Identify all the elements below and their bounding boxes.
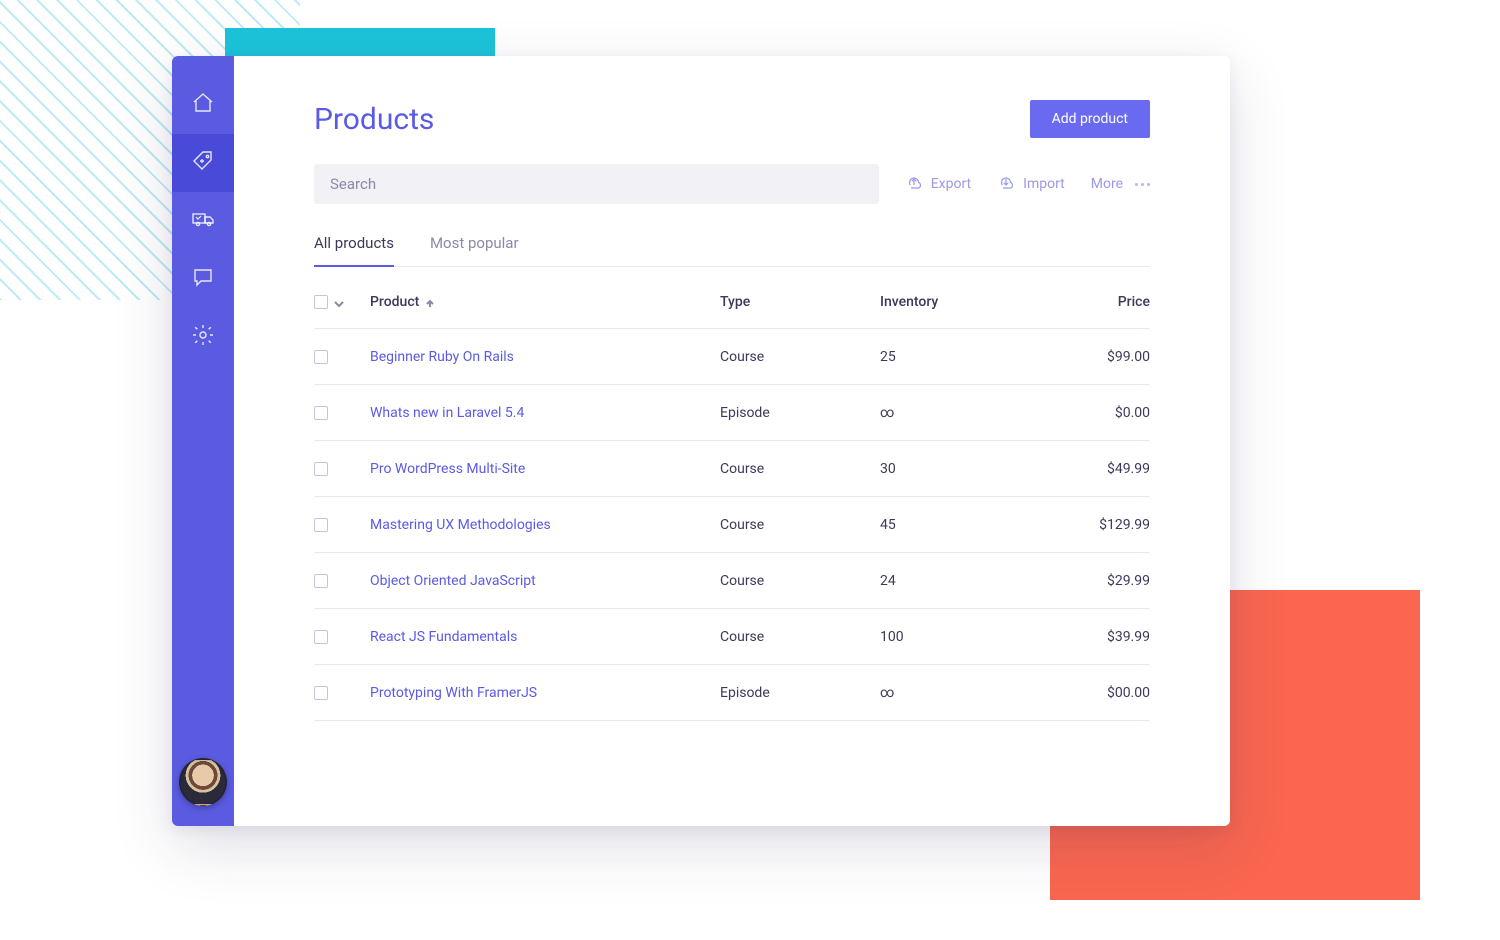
tabs: All products Most popular <box>314 234 1150 267</box>
product-price: $39.99 <box>1030 629 1150 645</box>
product-name-link[interactable]: Prototyping With FramerJS <box>370 685 720 701</box>
product-type: Course <box>720 573 880 589</box>
row-checkbox[interactable] <box>314 630 328 644</box>
more-dots-icon <box>1135 183 1150 186</box>
row-checkbox[interactable] <box>314 518 328 532</box>
product-type: Course <box>720 517 880 533</box>
table-row: Mastering UX MethodologiesCourse45$129.9… <box>314 497 1150 553</box>
more-button[interactable]: More <box>1091 176 1150 192</box>
product-price: $99.00 <box>1030 349 1150 365</box>
product-inventory: 45 <box>880 517 1030 533</box>
table-row: Whats new in Laravel 5.4Episode∞$0.00 <box>314 385 1150 441</box>
product-price: $0.00 <box>1030 405 1150 421</box>
sidebar-item-products[interactable] <box>172 134 234 192</box>
table-row: Prototyping With FramerJSEpisode∞$00.00 <box>314 665 1150 721</box>
sort-asc-icon <box>425 297 435 307</box>
product-type: Episode <box>720 405 880 421</box>
sidebar <box>172 56 234 826</box>
product-inventory: 100 <box>880 629 1030 645</box>
add-product-button[interactable]: Add product <box>1030 100 1150 138</box>
avatar[interactable] <box>179 758 227 806</box>
product-price: $129.99 <box>1030 517 1150 533</box>
row-checkbox[interactable] <box>314 574 328 588</box>
product-inventory: 30 <box>880 461 1030 477</box>
chat-icon <box>191 265 215 293</box>
table-row: Object Oriented JavaScriptCourse24$29.99 <box>314 553 1150 609</box>
product-inventory: ∞ <box>880 685 1030 701</box>
column-header-price[interactable]: Price <box>1030 294 1150 310</box>
export-button[interactable]: Export <box>905 173 971 195</box>
tab-all-products[interactable]: All products <box>314 234 394 266</box>
truck-icon <box>191 207 215 235</box>
row-checkbox[interactable] <box>314 462 328 476</box>
table-row: Pro WordPress Multi-SiteCourse30$49.99 <box>314 441 1150 497</box>
tab-most-popular[interactable]: Most popular <box>430 234 519 266</box>
product-price: $29.99 <box>1030 573 1150 589</box>
app-window: Products Add product Export Import More <box>172 56 1230 826</box>
row-checkbox[interactable] <box>314 406 328 420</box>
product-name-link[interactable]: Mastering UX Methodologies <box>370 517 720 533</box>
product-type: Course <box>720 629 880 645</box>
product-name-link[interactable]: React JS Fundamentals <box>370 629 720 645</box>
product-name-link[interactable]: Object Oriented JavaScript <box>370 573 720 589</box>
tag-icon <box>191 149 215 177</box>
home-icon <box>191 91 215 119</box>
sidebar-item-settings[interactable] <box>172 308 234 366</box>
sidebar-item-shipping[interactable] <box>172 192 234 250</box>
product-inventory: 24 <box>880 573 1030 589</box>
table-row: React JS FundamentalsCourse100$39.99 <box>314 609 1150 665</box>
table-header: Product Type Inventory Price <box>314 275 1150 329</box>
chevron-down-icon[interactable] <box>334 297 344 307</box>
product-type: Episode <box>720 685 880 701</box>
products-table: Product Type Inventory Price Beginner Ru… <box>314 275 1150 721</box>
gear-icon <box>191 323 215 351</box>
select-all-checkbox[interactable] <box>314 295 328 309</box>
product-price: $00.00 <box>1030 685 1150 701</box>
column-header-type[interactable]: Type <box>720 294 880 310</box>
import-button[interactable]: Import <box>997 173 1065 195</box>
main-content: Products Add product Export Import More <box>234 56 1230 826</box>
row-checkbox[interactable] <box>314 350 328 364</box>
import-label: Import <box>1023 176 1065 192</box>
product-inventory: 25 <box>880 349 1030 365</box>
row-checkbox[interactable] <box>314 686 328 700</box>
sidebar-item-messages[interactable] <box>172 250 234 308</box>
product-name-link[interactable]: Pro WordPress Multi-Site <box>370 461 720 477</box>
product-price: $49.99 <box>1030 461 1150 477</box>
column-header-product-label: Product <box>370 294 419 310</box>
export-icon <box>905 173 923 195</box>
table-row: Beginner Ruby On RailsCourse25$99.00 <box>314 329 1150 385</box>
column-header-product[interactable]: Product <box>370 294 720 310</box>
product-type: Course <box>720 349 880 365</box>
more-label: More <box>1091 176 1123 192</box>
product-type: Course <box>720 461 880 477</box>
product-name-link[interactable]: Whats new in Laravel 5.4 <box>370 405 720 421</box>
product-inventory: ∞ <box>880 405 1030 421</box>
column-header-inventory[interactable]: Inventory <box>880 294 1030 310</box>
export-label: Export <box>931 176 971 192</box>
sidebar-item-home[interactable] <box>172 76 234 134</box>
import-icon <box>997 173 1015 195</box>
product-name-link[interactable]: Beginner Ruby On Rails <box>370 349 720 365</box>
search-input[interactable] <box>314 164 879 204</box>
page-title: Products <box>314 102 434 137</box>
